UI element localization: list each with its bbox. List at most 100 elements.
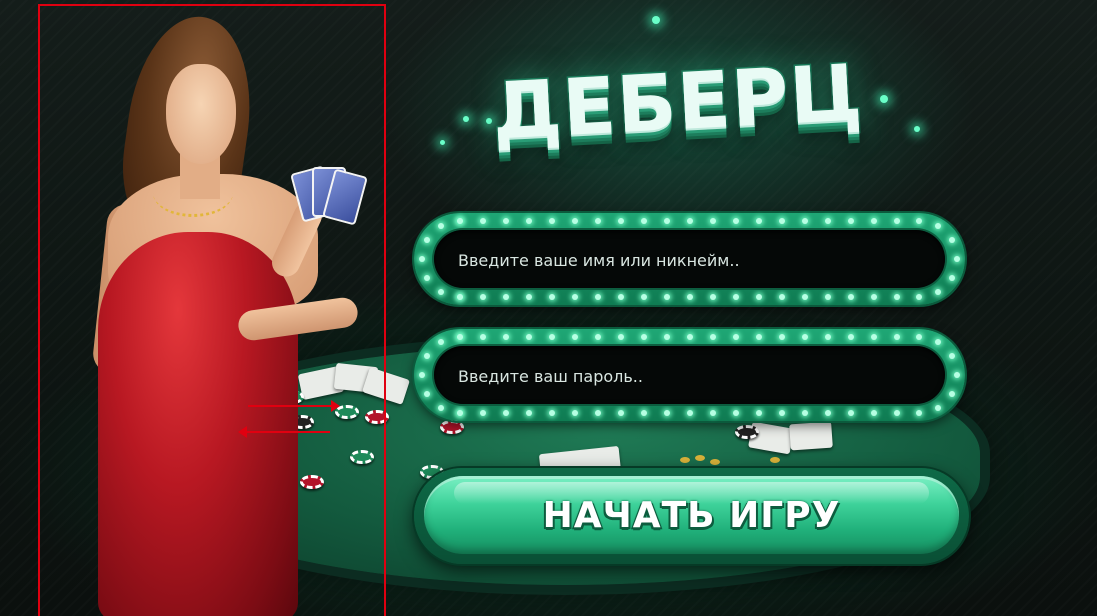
marquee-light-icon [457,334,463,340]
sparkle [880,95,888,103]
start-game-button-face[interactable]: НАЧАТЬ ИГРУ [424,476,959,554]
marquee-light-icon [894,334,900,340]
logo-title: ДЕБЕРЦ [488,46,866,158]
marquee-light-icon [595,218,601,224]
marquee-light-icon [848,294,854,300]
marquee-light-icon [618,334,624,340]
marquee-light-icon [572,294,578,300]
marquee-light-icon [664,294,670,300]
table-card [789,421,833,451]
start-game-button[interactable]: НАЧАТЬ ИГРУ [414,468,969,564]
marquee-light-icon [572,410,578,416]
marquee-light-icon [935,404,941,411]
marquee-light-icon [424,391,431,397]
marquee-light-icon [756,410,762,416]
marquee-light-icon [457,410,463,416]
sparkle [652,16,660,24]
marquee-light-icon [480,334,486,340]
game-login-screen: ДЕБЕРЦ НАЧАТЬ ИГРУ [0,0,1097,616]
marquee-light-icon [438,339,444,346]
marquee-light-icon [733,294,739,300]
sparkle [440,140,445,145]
marquee-light-icon [503,218,509,224]
name-input[interactable] [456,230,930,290]
marquee-light-icon [424,275,431,281]
marquee-light-icon [419,372,425,378]
marquee-light-icon [948,391,955,397]
gold-coin [695,455,705,461]
marquee-light-icon [825,218,831,224]
marquee-light-icon [871,410,877,416]
marquee-light-icon [438,288,444,295]
marquee-light-icon [802,218,808,224]
marquee-light-icon [871,218,877,224]
gold-coin [710,459,720,465]
sparkle [914,126,920,132]
name-field-frame [414,213,965,305]
marquee-light-icon [916,294,922,300]
marquee-light-icon [457,218,463,224]
marquee-light-icon [954,372,960,378]
marquee-light-icon [503,410,509,416]
marquee-light-icon [687,410,693,416]
marquee-light-icon [935,223,941,230]
sparkle [463,116,469,122]
game-logo: ДЕБЕРЦ [488,31,866,174]
marquee-light-icon [641,218,647,224]
marquee-light-icon [595,410,601,416]
marquee-light-icon [894,294,900,300]
marquee-light-icon [549,218,555,224]
marquee-light-icon [664,410,670,416]
marquee-light-icon [779,334,785,340]
marquee-light-icon [948,353,955,359]
marquee-light-icon [618,218,624,224]
marquee-light-icon [618,294,624,300]
marquee-light-icon [779,294,785,300]
marquee-light-icon [457,218,463,224]
marquee-light-icon [802,410,808,416]
marquee-light-icon [526,218,532,224]
annotation-arrow-right [248,400,340,412]
start-game-button-label: НАЧАТЬ ИГРУ [542,494,841,536]
marquee-light-icon [710,410,716,416]
marquee-light-icon [549,294,555,300]
marquee-light-icon [756,294,762,300]
marquee-light-icon [733,410,739,416]
marquee-light-icon [687,334,693,340]
marquee-light-icon [948,237,955,243]
marquee-light-icon [438,223,444,230]
marquee-light-icon [457,334,463,340]
marquee-light-icon [894,410,900,416]
marquee-light-icon [935,339,941,346]
marquee-light-icon [595,334,601,340]
marquee-light-icon [779,410,785,416]
marquee-light-icon [871,334,877,340]
marquee-light-icon [419,256,425,262]
marquee-light-icon [948,275,955,281]
marquee-light-icon [480,410,486,416]
marquee-light-icon [710,294,716,300]
password-input[interactable] [456,346,930,406]
marquee-light-icon [825,410,831,416]
marquee-light-icon [802,334,808,340]
marquee-light-icon [618,410,624,416]
name-field-box [434,230,945,290]
marquee-light-icon [687,294,693,300]
marquee-light-icon [733,334,739,340]
marquee-light-icon [457,410,463,416]
marquee-light-icon [894,218,900,224]
marquee-light-icon [916,410,922,416]
poker-chip-icon [440,420,464,434]
marquee-light-icon [802,294,808,300]
marquee-light-icon [549,334,555,340]
marquee-light-icon [424,237,431,243]
annotation-rectangle [38,4,386,616]
marquee-light-icon [710,334,716,340]
marquee-light-icon [779,218,785,224]
marquee-light-icon [756,218,762,224]
poker-chip-icon [735,425,759,439]
marquee-light-icon [664,334,670,340]
marquee-light-icon [825,294,831,300]
marquee-light-icon [572,218,578,224]
marquee-light-icon [687,218,693,224]
